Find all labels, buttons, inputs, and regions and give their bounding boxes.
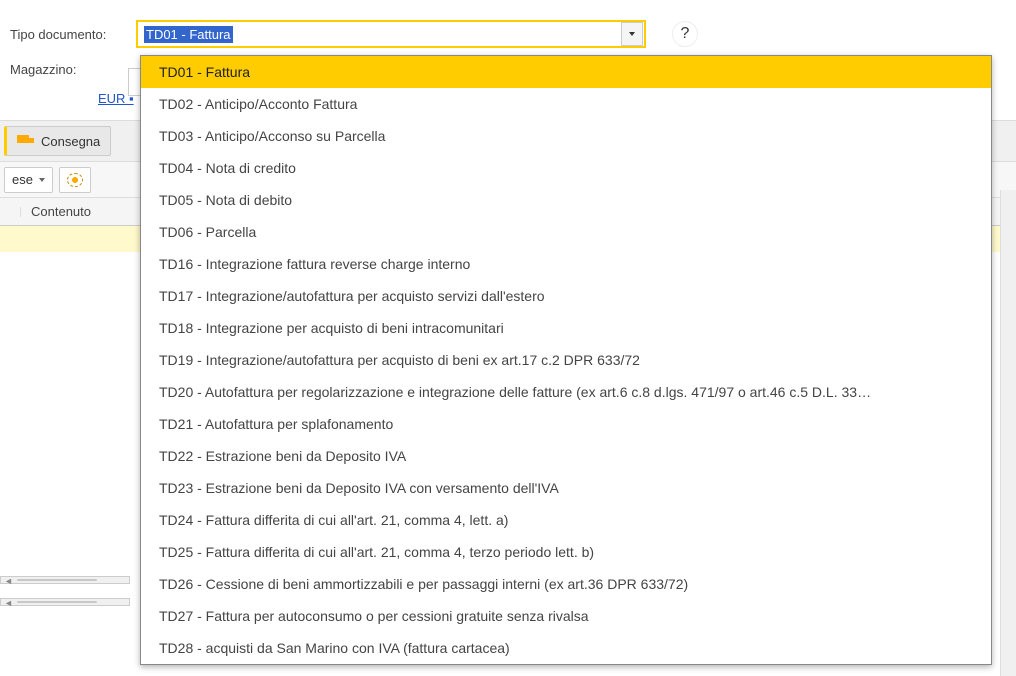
dropdown-item[interactable]: TD27 - Fattura per autoconsumo o per ces… <box>141 600 991 632</box>
right-scrollbar[interactable] <box>1000 190 1016 676</box>
dropdown-item[interactable]: TD23 - Estrazione beni da Deposito IVA c… <box>141 472 991 504</box>
help-button[interactable]: ? <box>672 21 698 47</box>
tipo-documento-label: Tipo documento: <box>10 27 128 42</box>
dropdown-item[interactable]: TD16 - Integrazione fattura reverse char… <box>141 248 991 280</box>
cart-icon <box>67 173 83 187</box>
tipo-documento-dropdown-list[interactable]: TD01 - FatturaTD02 - Anticipo/Acconto Fa… <box>140 55 992 665</box>
hscrollbar-2[interactable] <box>0 598 130 606</box>
dropdown-item[interactable]: TD01 - Fattura <box>141 56 991 88</box>
dropdown-item[interactable]: TD28 - acquisti da San Marino con IVA (f… <box>141 632 991 664</box>
tipo-documento-combo[interactable]: TD01 - Fattura <box>136 20 646 48</box>
bottom-scrollbars <box>0 576 130 606</box>
dropdown-item[interactable]: TD21 - Autofattura per splafonamento <box>141 408 991 440</box>
dropdown-item[interactable]: TD26 - Cessione di beni ammortizzabili e… <box>141 568 991 600</box>
ese-label: ese <box>12 172 33 187</box>
magazzino-combo-edge <box>128 68 140 96</box>
chevron-down-icon <box>629 32 635 36</box>
dropdown-item[interactable]: TD06 - Parcella <box>141 216 991 248</box>
dropdown-item[interactable]: TD02 - Anticipo/Acconto Fattura <box>141 88 991 120</box>
truck-icon <box>17 135 35 147</box>
cart-button[interactable] <box>59 167 91 193</box>
hscrollbar-1[interactable] <box>0 576 130 584</box>
dropdown-item[interactable]: TD24 - Fattura differita di cui all'art.… <box>141 504 991 536</box>
dropdown-item[interactable]: TD25 - Fattura differita di cui all'art.… <box>141 536 991 568</box>
dropdown-item[interactable]: TD17 - Integrazione/autofattura per acqu… <box>141 280 991 312</box>
magazzino-label: Magazzino: <box>10 62 128 77</box>
dropdown-item[interactable]: TD22 - Estrazione beni da Deposito IVA <box>141 440 991 472</box>
dropdown-item[interactable]: TD19 - Integrazione/autofattura per acqu… <box>141 344 991 376</box>
ese-dropdown-button[interactable]: ese <box>4 167 53 193</box>
row-tipo-documento: Tipo documento: TD01 - Fattura ? <box>10 20 1006 48</box>
consegna-label: Consegna <box>41 134 100 149</box>
chevron-down-icon <box>39 178 45 182</box>
dropdown-item[interactable]: TD04 - Nota di credito <box>141 152 991 184</box>
dropdown-item[interactable]: TD18 - Integrazione per acquisto di beni… <box>141 312 991 344</box>
tipo-documento-dropdown-btn[interactable] <box>621 22 643 46</box>
dropdown-item[interactable]: TD03 - Anticipo/Acconso su Parcella <box>141 120 991 152</box>
tipo-documento-input[interactable]: TD01 - Fattura <box>138 24 621 45</box>
grid-col-contenuto[interactable]: Contenuto <box>21 199 141 224</box>
consegna-button[interactable]: Consegna <box>4 126 111 156</box>
dropdown-item[interactable]: TD05 - Nota di debito <box>141 184 991 216</box>
grid-col-spacer <box>0 207 21 217</box>
dropdown-item[interactable]: TD20 - Autofattura per regolarizzazione … <box>141 376 991 408</box>
